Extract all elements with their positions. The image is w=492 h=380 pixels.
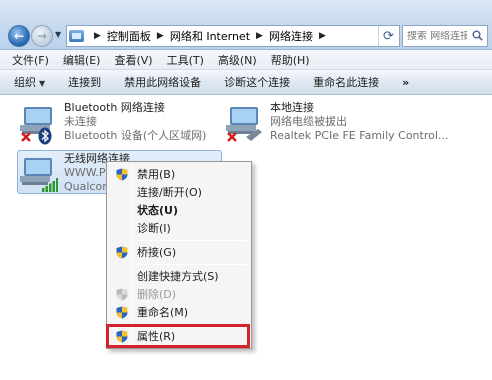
connection-status: 未连接: [64, 115, 97, 128]
connect-to-button[interactable]: 连接到: [68, 74, 101, 90]
shield-icon: [116, 246, 128, 259]
more-commands-button[interactable]: »: [402, 76, 409, 89]
chevron-right-icon[interactable]: ▶: [94, 31, 101, 41]
disconnected-x-icon: [21, 132, 31, 142]
menu-view[interactable]: 查看(V): [114, 52, 152, 68]
menu-help[interactable]: 帮助(H): [271, 52, 310, 68]
rename-button[interactable]: 重命名此连接: [313, 74, 379, 90]
organize-button[interactable]: 组织 ▼: [14, 74, 45, 90]
connection-name: 本地连接: [270, 101, 314, 114]
search-icon[interactable]: [472, 30, 483, 41]
search-box[interactable]: [402, 25, 488, 47]
forward-button[interactable]: →: [31, 25, 53, 47]
menu-item-label: 重命名(M): [137, 306, 189, 319]
connection-text: 本地连接 网络电缆被拔出 Realtek PCIe FE Family Cont…: [270, 101, 448, 143]
address-bar: ← → ▼ ▶ 控制面板 ▶ 网络和 Internet ▶ 网络连接 ▶ ⟳: [0, 0, 492, 50]
search-input[interactable]: [407, 30, 467, 42]
disable-device-button[interactable]: 禁用此网络设备: [124, 74, 201, 90]
shield-icon: [116, 306, 128, 319]
shield-icon: [116, 168, 128, 181]
organize-label: 组织: [14, 76, 36, 89]
properties-highlight-annotation: [106, 324, 250, 348]
menu-file[interactable]: 文件(F): [12, 52, 49, 68]
connection-status: 网络电缆被拔出: [270, 115, 347, 128]
context-menu: 禁用(B) 连接/断开(O) 状态(U) 诊断(I) 桥接(G) 创建快捷方式(…: [106, 161, 252, 349]
chevron-down-icon: ▼: [39, 79, 46, 88]
menu-item-disable[interactable]: 禁用(B): [109, 165, 249, 183]
menu-item-label: 禁用(B): [137, 168, 176, 181]
back-button[interactable]: ←: [8, 25, 30, 47]
menu-item-label: 诊断(I): [137, 222, 171, 235]
menu-item-label: 桥接(G): [137, 246, 177, 259]
address-field[interactable]: ▶ 控制面板 ▶ 网络和 Internet ▶ 网络连接 ▶: [66, 25, 400, 47]
menu-item-delete: 删除(D): [109, 285, 249, 303]
refresh-icon: ⟳: [383, 28, 394, 44]
connection-name: Bluetooth 网络连接: [64, 101, 165, 114]
chevron-right-icon[interactable]: ▶: [157, 31, 164, 41]
chevron-right-icon[interactable]: ▶: [256, 31, 263, 41]
menu-item-status[interactable]: 状态(U): [109, 201, 249, 219]
menu-item-label: 创建快捷方式(S): [137, 270, 219, 283]
signal-strength-icon: [42, 178, 58, 192]
shield-icon: [116, 288, 128, 301]
disconnected-x-icon: [227, 132, 237, 142]
menu-item-connect-disconnect[interactable]: 连接/断开(O): [109, 183, 249, 201]
breadcrumb-network-internet[interactable]: 网络和 Internet: [170, 28, 250, 44]
control-panel-icon: [69, 30, 84, 42]
menu-item-rename[interactable]: 重命名(M): [109, 303, 249, 321]
menu-separator: [135, 264, 247, 265]
menu-item-bridge[interactable]: 桥接(G): [109, 243, 249, 261]
breadcrumb-network-connections[interactable]: 网络连接: [269, 28, 313, 44]
menu-item-label: 状态(U): [137, 204, 178, 217]
menu-advanced[interactable]: 高级(N): [218, 52, 257, 68]
menu-item-diagnose[interactable]: 诊断(I): [109, 219, 249, 237]
recent-pages-dropdown[interactable]: ▼: [55, 30, 61, 39]
command-bar: 组织 ▼ 连接到 禁用此网络设备 诊断这个连接 重命名此连接 »: [0, 70, 492, 95]
menu-separator: [135, 240, 247, 241]
menu-edit[interactable]: 编辑(E): [63, 52, 101, 68]
menu-item-create-shortcut[interactable]: 创建快捷方式(S): [109, 267, 249, 285]
menu-tools[interactable]: 工具(T): [167, 52, 204, 68]
menu-item-label: 删除(D): [137, 288, 177, 301]
bluetooth-icon: [38, 127, 52, 145]
connection-device: Bluetooth 设备(个人区域网): [64, 129, 207, 142]
connection-device: Realtek PCIe FE Family Control...: [270, 129, 449, 142]
menu-bar: 文件(F) 编辑(E) 查看(V) 工具(T) 高级(N) 帮助(H): [0, 50, 492, 70]
connection-text: Bluetooth 网络连接 未连接 Bluetooth 设备(个人区域网): [64, 101, 206, 143]
menu-item-label: 连接/断开(O): [137, 186, 202, 199]
refresh-button[interactable]: ⟳: [378, 26, 398, 46]
breadcrumb-control-panel[interactable]: 控制面板: [107, 28, 151, 44]
diagnose-button[interactable]: 诊断这个连接: [224, 74, 290, 90]
chevron-right-icon[interactable]: ▶: [319, 31, 326, 41]
